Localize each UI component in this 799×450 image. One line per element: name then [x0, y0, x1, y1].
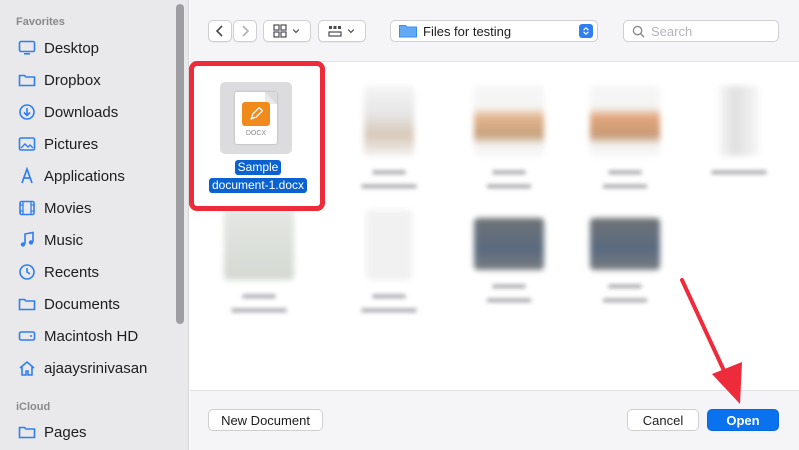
open-button[interactable]: Open	[707, 409, 779, 431]
sidebar-item-label: Documents	[44, 295, 120, 313]
dialog-footer: New Document Cancel Open	[190, 390, 799, 450]
search-input[interactable]	[651, 23, 771, 39]
sidebar-item-label: Applications	[44, 167, 125, 185]
cancel-button[interactable]: Cancel	[627, 409, 699, 431]
file-name-line1: Sample	[234, 160, 282, 175]
folder-icon	[399, 25, 417, 38]
sidebar-item-documents[interactable]: Documents	[16, 290, 120, 318]
docx-file-icon: DOCX	[235, 92, 277, 144]
file-thumbnail	[474, 86, 544, 156]
sidebar-item-dropbox[interactable]: Dropbox	[16, 66, 101, 94]
sidebar-item-label: Desktop	[44, 39, 100, 57]
file-item[interactable]: ▬▬▬ ▬▬▬▬▬	[330, 86, 448, 192]
sidebar-scrollbar[interactable]	[176, 4, 184, 324]
file-thumbnail	[224, 210, 294, 280]
applications-icon	[16, 165, 38, 187]
group-by-button[interactable]	[318, 20, 366, 42]
file-item-selected[interactable]: DOCX Sample document-1.docx	[190, 62, 326, 210]
file-thumbnail	[590, 86, 660, 156]
sidebar-item-label: Downloads	[44, 103, 119, 121]
forward-button[interactable]	[233, 20, 257, 42]
group-grid-icon	[328, 26, 342, 37]
sidebar-item-label: Recents	[44, 263, 100, 281]
sidebar-item-applications[interactable]: Applications	[16, 162, 125, 190]
sidebar-item-label: Music	[44, 231, 84, 249]
sidebar-item-music[interactable]: Music	[16, 226, 83, 254]
chevron-down-icon	[292, 29, 300, 34]
file-extension-label: DOCX	[245, 130, 267, 137]
new-document-button[interactable]: New Document	[208, 409, 323, 431]
sidebar-item-label: Macintosh HD	[44, 327, 139, 345]
folder-icon	[16, 421, 38, 443]
stepper-icon	[579, 24, 593, 38]
download-icon	[16, 101, 38, 123]
sidebar-section-favorites: Favorites	[16, 16, 65, 28]
file-thumbnail	[590, 218, 660, 270]
movies-icon	[16, 197, 38, 219]
folder-icon	[16, 293, 38, 315]
grid-icon	[273, 24, 287, 38]
home-icon	[16, 357, 38, 379]
location-popup[interactable]: Files for testing	[390, 20, 598, 42]
file-thumbnail	[364, 86, 414, 156]
sidebar-item-downloads[interactable]: Downloads	[16, 98, 118, 126]
file-thumbnail	[366, 210, 412, 280]
toolbar: Files for testing	[190, 0, 799, 62]
file-thumbnail	[474, 218, 544, 270]
desktop-icon	[16, 37, 38, 59]
file-thumbnail	[719, 86, 759, 156]
file-item[interactable]: ▬▬▬ ▬▬▬▬	[450, 210, 568, 306]
file-item[interactable]: ▬▬▬ ▬▬▬▬▬	[330, 210, 448, 316]
chevron-left-icon	[215, 25, 223, 37]
search-field[interactable]	[623, 20, 779, 42]
sidebar-item-recents[interactable]: Recents	[16, 258, 99, 286]
sidebar-item-label: Dropbox	[44, 71, 101, 89]
chevron-down-icon	[347, 29, 355, 34]
disk-icon	[16, 325, 38, 347]
file-item[interactable]: ▬▬▬▬▬	[680, 86, 798, 178]
file-item[interactable]: ▬▬▬ ▬▬▬▬	[566, 210, 684, 306]
file-item[interactable]: ▬▬▬ ▬▬▬▬▬	[200, 210, 318, 316]
sidebar-item-label: ajaaysrinivasan	[44, 359, 148, 377]
sidebar-item-movies[interactable]: Movies	[16, 194, 92, 222]
back-button[interactable]	[208, 20, 232, 42]
sidebar-item-home[interactable]: ajaaysrinivasan	[16, 354, 147, 382]
sidebar-section-icloud: iCloud	[16, 401, 51, 413]
sidebar-item-macintosh-hd[interactable]: Macintosh HD	[16, 322, 138, 350]
file-item[interactable]: ▬▬▬ ▬▬▬▬	[566, 86, 684, 192]
sidebar-item-pages[interactable]: Pages	[16, 418, 87, 446]
music-icon	[16, 229, 38, 251]
pictures-icon	[16, 133, 38, 155]
sidebar-item-label: Movies	[44, 199, 92, 217]
sidebar-item-pictures[interactable]: Pictures	[16, 130, 98, 158]
sidebar-item-label: Pages	[44, 423, 87, 441]
sidebar-item-desktop[interactable]: Desktop	[16, 34, 99, 62]
file-name-line2: document-1.docx	[208, 178, 308, 193]
clock-icon	[16, 261, 38, 283]
location-label: Files for testing	[423, 23, 512, 39]
sidebar: Favorites Desktop Dropbox Downloads Pict…	[0, 0, 189, 450]
file-item[interactable]: ▬▬▬ ▬▬▬▬	[450, 86, 568, 192]
sidebar-item-label: Pictures	[44, 135, 99, 153]
file-browser: DOCX Sample document-1.docx ▬▬▬ ▬▬▬▬▬ ▬▬▬…	[190, 62, 799, 390]
search-icon	[632, 25, 645, 38]
chevron-right-icon	[242, 25, 250, 37]
folder-icon	[16, 69, 38, 91]
view-mode-button[interactable]	[263, 20, 311, 42]
